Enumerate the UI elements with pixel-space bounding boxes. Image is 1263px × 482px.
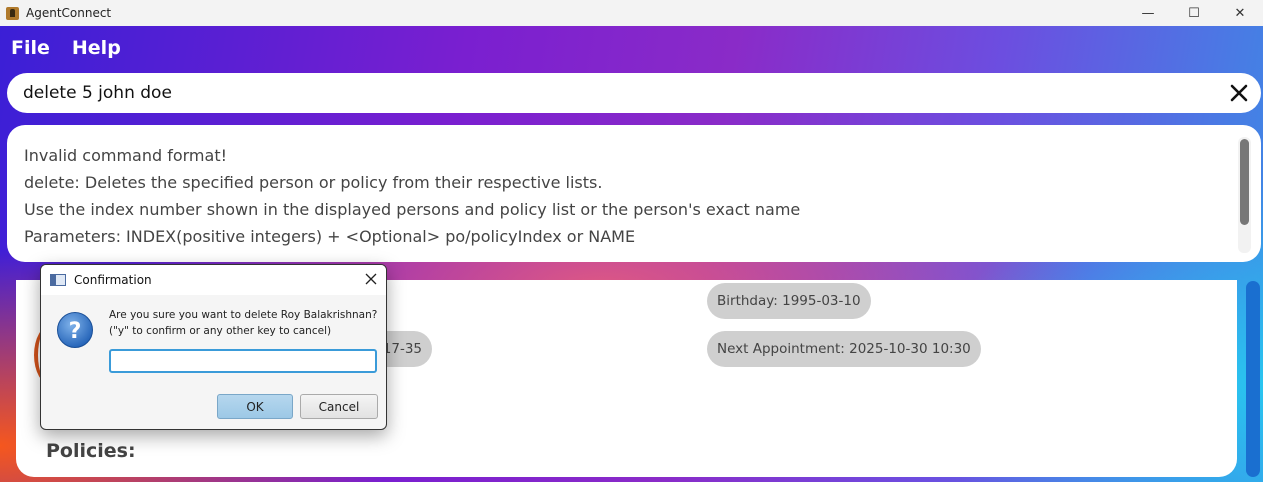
question-icon: ?: [57, 312, 93, 348]
app-icon: [6, 6, 19, 20]
svg-text:?: ?: [69, 319, 82, 344]
menu-file[interactable]: File: [0, 37, 61, 59]
clear-icon[interactable]: [1227, 81, 1251, 105]
result-scroll-thumb[interactable]: [1240, 139, 1249, 225]
confirmation-input[interactable]: [109, 349, 377, 373]
window-icon: [50, 274, 66, 286]
command-input[interactable]: [23, 73, 1203, 113]
policies-label: Policies:: [46, 440, 136, 462]
result-line: Parameters: INDEX(positive integers) + <…: [24, 227, 636, 246]
cancel-button[interactable]: Cancel: [300, 394, 378, 419]
close-icon[interactable]: [364, 272, 378, 286]
person-list-scrollbar[interactable]: [1246, 281, 1260, 477]
result-scrollbar[interactable]: [1238, 137, 1251, 253]
window-title: AgentConnect: [26, 6, 112, 20]
menu-bar: File Help: [0, 30, 132, 66]
next-appointment-chip: Next Appointment: 2025-10-30 10:30: [707, 331, 981, 367]
birthday-chip: Birthday: 1995-03-10: [707, 283, 871, 319]
result-line: Invalid command format!: [24, 146, 228, 165]
result-line: delete: Deletes the specified person or …: [24, 173, 603, 192]
menu-help[interactable]: Help: [61, 37, 132, 59]
close-window-button[interactable]: ✕: [1217, 0, 1263, 26]
maximize-button[interactable]: ☐: [1171, 0, 1217, 26]
dialog-title: Confirmation: [74, 273, 152, 287]
dialog-message-line: ("y" to confirm or any other key to canc…: [109, 325, 332, 337]
confirmation-dialog: Confirmation ? Are you sure you want to …: [40, 264, 387, 430]
command-box: [7, 73, 1261, 113]
dialog-message: Are you sure you want to delete Roy Bala…: [109, 307, 377, 339]
dialog-titlebar: Confirmation: [41, 265, 386, 295]
dialog-message-line: Are you sure you want to delete Roy Bala…: [109, 309, 378, 321]
window-controls: — ☐ ✕: [1125, 0, 1263, 26]
result-line: Use the index number shown in the displa…: [24, 200, 801, 219]
ok-button[interactable]: OK: [217, 394, 293, 419]
result-display: Invalid command format! delete: Deletes …: [7, 125, 1261, 262]
minimize-button[interactable]: —: [1125, 0, 1171, 26]
window-titlebar: AgentConnect — ☐ ✕: [0, 0, 1263, 26]
